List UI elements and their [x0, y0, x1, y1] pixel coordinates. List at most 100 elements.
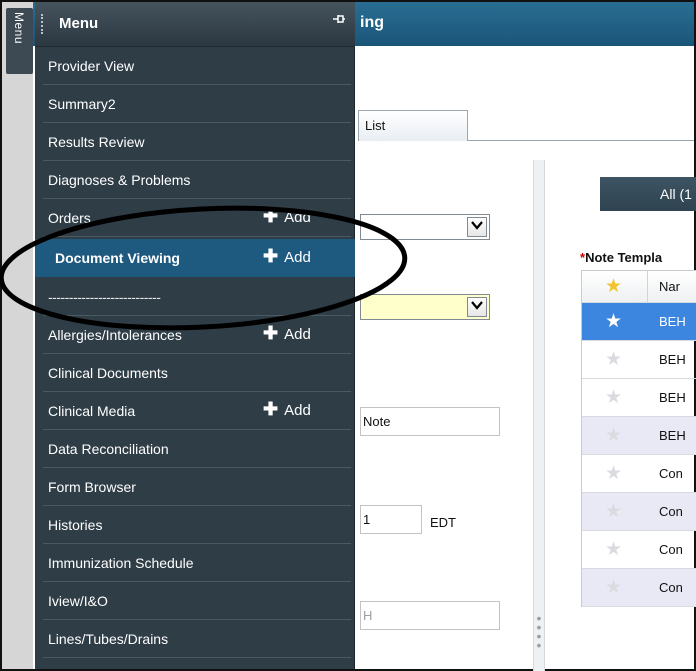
menu-item-form-browser[interactable]: Form Browser: [35, 468, 355, 506]
menu-item-label: Histories: [48, 517, 103, 533]
chevron-down-icon[interactable]: [467, 297, 487, 317]
menu-item-clinical-documents[interactable]: Clinical Documents: [35, 354, 355, 392]
star-icon[interactable]: ★: [605, 312, 625, 332]
template-name: BEH: [659, 390, 686, 405]
template-name: BEH: [659, 428, 686, 443]
menu-item-iview-io[interactable]: Iview/I&O: [35, 582, 355, 620]
menu-item-label: Orders: [48, 210, 91, 226]
table-row[interactable]: ★ Con: [582, 569, 696, 607]
tab-list-label: List: [365, 118, 386, 133]
menu-item-label: Results Review: [48, 134, 145, 150]
table-row[interactable]: ★ Con: [582, 493, 696, 531]
menu-item-immunization-schedule[interactable]: Immunization Schedule: [35, 544, 355, 582]
star-icon[interactable]: ★: [605, 578, 625, 598]
timezone-label: EDT: [430, 515, 456, 530]
favorite-star-icon[interactable]: ★: [605, 277, 625, 297]
table-row[interactable]: ★ Con: [582, 455, 696, 493]
author-input[interactable]: H: [360, 601, 500, 630]
menu-item-label: Diagnoses & Problems: [48, 172, 191, 188]
tab-list[interactable]: List: [358, 110, 468, 141]
menu-divider: [43, 236, 351, 237]
plus-icon: ✚: [263, 206, 279, 226]
author-value: H: [363, 608, 373, 623]
time-value: 1: [363, 512, 371, 527]
table-row[interactable]: ★ Con: [582, 531, 696, 569]
star-icon[interactable]: ★: [605, 388, 625, 408]
menu-divider: [43, 657, 351, 658]
pane-splitter[interactable]: • • • •: [533, 160, 545, 671]
required-select[interactable]: [360, 294, 490, 320]
all-filter-button[interactable]: All (1: [600, 177, 696, 211]
table-row[interactable]: ★ BEH: [582, 417, 696, 455]
add-label: Add: [284, 402, 311, 419]
template-name: Con: [659, 580, 683, 595]
menu-item-label: Summary2: [48, 96, 116, 112]
add-label: Add: [284, 249, 311, 266]
menu-item-histories[interactable]: Histories: [35, 506, 355, 544]
star-icon[interactable]: ★: [605, 464, 625, 484]
add-orders-button[interactable]: ✚ Add: [263, 206, 311, 226]
add-document-button[interactable]: ✚ Add: [263, 246, 311, 266]
star-icon[interactable]: ★: [605, 502, 625, 522]
note-templates-table: ★ Nar ★ BEH ★ BEH ★ BEH ★ BEH ★ Con ★ Co…: [581, 270, 696, 607]
add-allergy-button[interactable]: ✚ Add: [263, 323, 311, 343]
menu-item-data-reconciliation[interactable]: Data Reconciliation: [35, 430, 355, 468]
menu-item-results-review[interactable]: Results Review: [35, 123, 355, 161]
menu-item-lines-tubes-drains[interactable]: Lines/Tubes/Drains: [35, 620, 355, 658]
menu-item-label: Provider View: [48, 58, 135, 74]
note-title-input[interactable]: Note: [360, 407, 500, 436]
star-icon[interactable]: ★: [605, 350, 625, 370]
column-header-name[interactable]: Nar: [659, 279, 680, 294]
add-label: Add: [284, 326, 311, 343]
menu-rail: Menu: [2, 2, 33, 669]
menu-item-label: Allergies/Intolerances: [48, 327, 182, 343]
table-row[interactable]: ★ BEH: [582, 379, 696, 417]
plus-icon: ✚: [263, 246, 279, 266]
splitter-grip-icon[interactable]: • • • •: [536, 611, 542, 652]
menu-item-label: Data Reconciliation: [48, 441, 169, 457]
template-name: Con: [659, 542, 683, 557]
menu-item-label: Immunization Schedule: [48, 555, 194, 571]
pin-icon[interactable]: [331, 12, 347, 28]
template-name: BEH: [659, 352, 686, 367]
template-name: Con: [659, 504, 683, 519]
time-input[interactable]: 1: [360, 505, 422, 534]
plus-icon: ✚: [263, 323, 279, 343]
page-title: ing: [360, 14, 384, 31]
chevron-down-icon[interactable]: [467, 217, 487, 237]
menu-item-orders[interactable]: Orders ✚ Add: [35, 199, 355, 237]
menu-item-summary2[interactable]: Summary2: [35, 85, 355, 123]
menu-item-label: Form Browser: [48, 479, 136, 495]
menu-flyout: Menu Provider View Summary2 Results Revi…: [35, 2, 355, 669]
menu-rail-tab[interactable]: Menu: [6, 8, 33, 74]
menu-item-allergies[interactable]: Allergies/Intolerances ✚ Add: [35, 316, 355, 354]
separator-label: ---------------------------: [48, 289, 161, 305]
menu-item-label: Lines/Tubes/Drains: [48, 631, 169, 647]
template-name: BEH: [659, 314, 686, 329]
star-icon[interactable]: ★: [605, 540, 625, 560]
menu-item-label: Clinical Media: [48, 403, 136, 419]
tab-underline: [468, 140, 694, 141]
add-media-button[interactable]: ✚ Add: [263, 400, 311, 419]
table-row[interactable]: ★ BEH: [582, 341, 696, 379]
table-header-row: ★ Nar: [582, 270, 696, 303]
menu-item-diagnoses-problems[interactable]: Diagnoses & Problems: [35, 161, 355, 199]
all-filter-label: All (1: [660, 186, 692, 202]
type-select[interactable]: [360, 214, 490, 240]
menu-item-provider-view[interactable]: Provider View: [35, 47, 355, 85]
menu-separator-item: ---------------------------: [35, 278, 355, 316]
column-separator: [647, 271, 648, 302]
menu-item-clinical-media[interactable]: Clinical Media ✚ Add: [35, 392, 355, 430]
add-label: Add: [284, 209, 311, 226]
drag-grip-icon[interactable]: [41, 14, 45, 34]
menu-item-document-viewing[interactable]: Document Viewing ✚ Add: [35, 239, 355, 277]
menu-title: Menu: [59, 15, 99, 32]
menu-rail-label: Menu: [12, 12, 26, 45]
star-icon[interactable]: ★: [605, 426, 625, 446]
note-templates-text: Note Templa: [585, 250, 663, 265]
table-row[interactable]: ★ BEH: [582, 303, 696, 341]
note-templates-label: *Note Templa: [580, 250, 662, 265]
note-title-value: Note: [363, 414, 391, 429]
menu-item-label: Iview/I&O: [48, 593, 108, 609]
template-name: Con: [659, 466, 683, 481]
